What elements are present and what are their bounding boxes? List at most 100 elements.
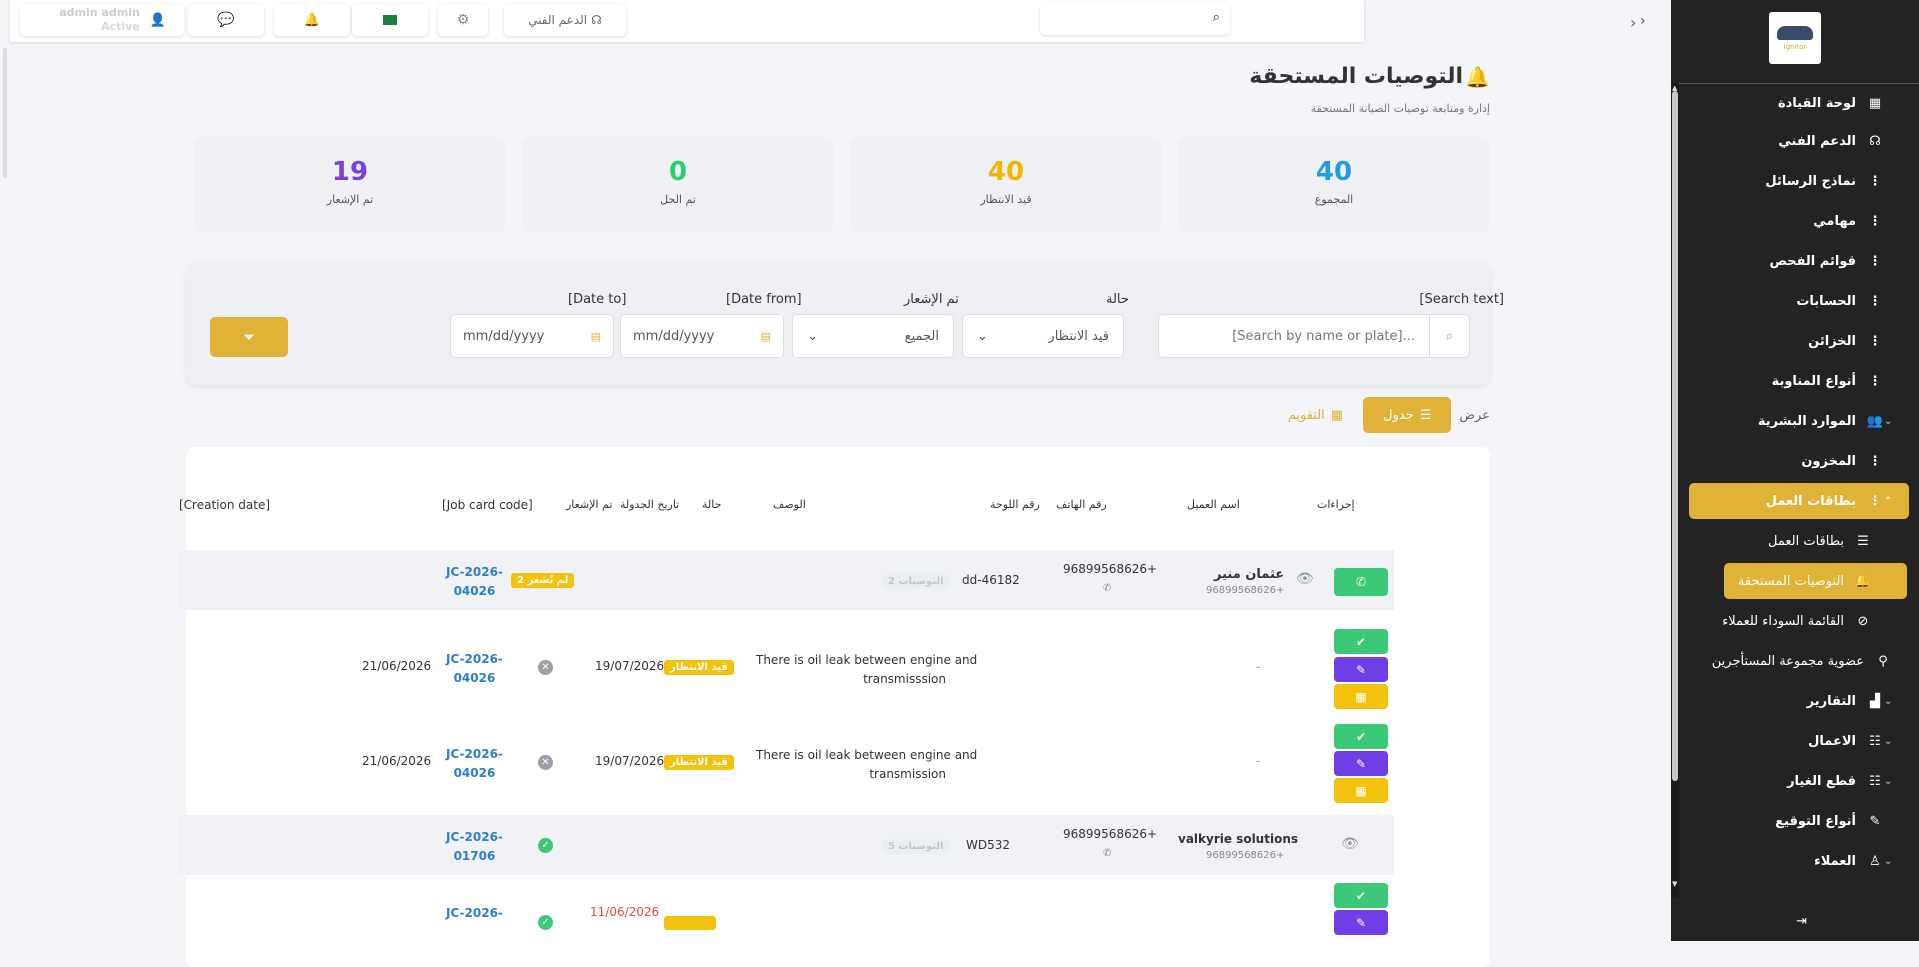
table-row[interactable]: ✔ ✎ ▦ - There is oil leak between engine… (178, 622, 1394, 718)
sidebar-item-accounts[interactable]: ⋮ الحسابات (1679, 281, 1919, 321)
resolve-button[interactable]: ✔ (1334, 724, 1388, 749)
collapse-sidebar-icon[interactable]: › (1640, 13, 1646, 29)
not-notified-icon: ✕ (538, 660, 553, 675)
schedule-date: 11/06/2026 (590, 905, 660, 919)
resolve-button[interactable]: ✔ (1334, 883, 1388, 908)
edit-button[interactable]: ✎ (1334, 751, 1388, 776)
page-subtitle: إدارة ومتابعة توصيات الصيانة المستحقة (1310, 102, 1490, 115)
filter-icon: ⏷ (242, 328, 255, 346)
scroll-down-arrow-icon[interactable]: ▼ (1672, 880, 1677, 888)
view-toggle: عرض ☰ جدول ▦ التقويم (1268, 397, 1490, 433)
notified-check-icon: ✓ (538, 915, 553, 930)
search-input[interactable]: ⌕ (1040, 3, 1230, 35)
sidebar-item-signature-types[interactable]: ✎ أنواع التوقيع (1679, 801, 1919, 841)
edit-button[interactable]: ✎ (1334, 910, 1388, 935)
whatsapp-icon[interactable]: ✆ (1103, 848, 1111, 859)
support-button[interactable]: الدعم الفني ☊ (504, 4, 626, 36)
apply-filter-button[interactable]: ⏷ (210, 317, 288, 357)
header-status: حالة (702, 498, 722, 511)
job-card-link[interactable]: JC-2026- (446, 904, 503, 923)
notified-select[interactable]: ⌄ الجميع (792, 314, 954, 358)
messages-button[interactable]: 💬 (188, 4, 264, 36)
page-title-text: التوصيات المستحقة (1249, 64, 1464, 89)
user-menu[interactable]: admin admin Active 👤 (20, 4, 184, 36)
scroll-up-arrow-icon[interactable]: ▲ (1672, 84, 1677, 92)
sidebar-scrollbar[interactable] (1671, 83, 1679, 898)
sidebar-item-checklists[interactable]: ⋮ قوائم الفحص (1679, 241, 1919, 281)
recommendations-table: إجراءات اسم العميل رقم الهاتف رقم اللوحة… (178, 447, 1490, 967)
whatsapp-icon[interactable]: ✆ (1103, 583, 1111, 594)
user-tie-icon: ♙ (1869, 853, 1881, 869)
sidebar-item-my-tasks[interactable]: ⋮ مهامي (1679, 201, 1919, 241)
sliders-icon: ☷ (1869, 733, 1881, 749)
calendar-icon: ▤ (760, 329, 771, 343)
sidebar-item-label: التقارير (1806, 693, 1856, 709)
date-from-input[interactable]: mm/dd/yyyy ▤ (620, 314, 784, 358)
status-select[interactable]: ⌄ قيد الانتظار (962, 314, 1124, 358)
customer-phone: 96899568626+ (1206, 850, 1285, 861)
sidebar-item-shift-types[interactable]: ⋮ أنواع المناوبة (1679, 361, 1919, 401)
header-actions: إجراءات (1317, 498, 1355, 511)
check-icon: ✔ (1355, 729, 1367, 744)
table-view-button[interactable]: ☰ جدول (1363, 397, 1452, 433)
sidebar-subitem-tenant-groups[interactable]: ⚲ عضوية مجموعة المستأجرين (1679, 641, 1919, 681)
sidebar-item-customers[interactable]: ♙ العملاء ⌄ (1679, 841, 1919, 881)
job-card-link[interactable]: JC-2026- 01706 (446, 828, 503, 866)
sidebar-item-support[interactable]: ☊ الدعم الفني (1679, 121, 1919, 161)
sidebar-item-label: الموارد البشرية (1757, 413, 1856, 429)
search-icon: ⌕ (1429, 315, 1469, 357)
job-card-link[interactable]: JC-2026- 04026 (446, 563, 503, 601)
language-button[interactable] (352, 4, 428, 36)
table-group-row[interactable]: ✆ 👁 عثمان منير 96899568626+ 96899568626+… (178, 550, 1394, 610)
list-icon: ☰ (1419, 407, 1432, 423)
table-group-row[interactable]: 👁 valkyrie solutions 96899568626+ 968995… (178, 815, 1394, 875)
app-logo[interactable]: ignitor (1769, 12, 1821, 64)
page-scrollbar[interactable] (3, 48, 7, 178)
stat-notified: 19 تم الإشعار (194, 137, 506, 232)
schedule-button[interactable]: ▦ (1334, 684, 1388, 709)
job-card-link[interactable]: JC-2026- 04026 (446, 745, 503, 783)
sidebar-subitem-due-recommendations[interactable]: 🔔 التوصيات المستحقة (1724, 563, 1907, 599)
sidebar-subitem-blacklist[interactable]: ⊘ القائمة السوداء للعملاء (1679, 601, 1919, 641)
job-card-link[interactable]: JC-2026- 04026 (446, 650, 503, 688)
sidebar-item-reports[interactable]: ▟ التقارير ⌄ (1679, 681, 1919, 721)
sidebar-item-hr[interactable]: 👥 الموارد البشرية ⌄ (1679, 401, 1919, 441)
sidebar-item-spare-parts[interactable]: ☷ قطع الغيار ⌄ (1679, 761, 1919, 801)
edit-button[interactable]: ✎ (1334, 657, 1388, 682)
logout-icon[interactable]: ⇥ (1796, 914, 1807, 929)
chevron-up-icon: ⌃ (1884, 495, 1893, 507)
sidebar-item-inventory[interactable]: ⋮ المخزون (1679, 441, 1919, 481)
eye-icon[interactable]: 👁 (1296, 571, 1314, 587)
notifications-button[interactable]: 🔔 (274, 4, 350, 36)
table-row[interactable]: ✔ ✎ ▦ - There is oil leak between engine… (178, 719, 1394, 813)
chevron-down-icon: ⌄ (807, 328, 818, 344)
sidebar-item-message-templates[interactable]: ⋮ نماذج الرسائل (1679, 161, 1919, 201)
schedule-button[interactable]: ▦ (1334, 778, 1388, 803)
table-row[interactable]: ✔ ✎ 11/06/2026 ✓ JC-2026- (178, 878, 1394, 967)
calendar-view-button[interactable]: ▦ التقويم (1268, 397, 1363, 433)
settings-button[interactable]: ⚙ (438, 4, 488, 36)
sidebar-item-dashboard[interactable]: ▦ لوحة القيادة (1679, 85, 1919, 121)
collapse-arrow-icon[interactable]: › (1630, 13, 1636, 32)
date-to-input[interactable]: mm/dd/yyyy ▤ (450, 314, 614, 358)
eye-icon[interactable]: 👁 (1341, 836, 1359, 852)
sidebar-item-label: الدعم الفني (1778, 133, 1856, 149)
sidebar-item-safes[interactable]: ⋮ الخزائن (1679, 321, 1919, 361)
pen-icon: ✎ (1869, 813, 1881, 829)
sidebar-item-job-cards[interactable]: ⋮ بطاقات العمل ⌃ (1689, 483, 1909, 519)
sidebar-item-works[interactable]: ☷ الاعمال ⌄ (1679, 721, 1919, 761)
page-title: 🔔 التوصيات المستحقة (1249, 64, 1490, 89)
kebab-icon: ⋮ (1868, 373, 1882, 389)
calendar-view-label: التقويم (1287, 407, 1325, 423)
status-badge (664, 916, 716, 930)
resolve-button[interactable]: ✔ (1334, 629, 1388, 654)
sidebar-subitem-job-cards[interactable]: ☰ بطاقات العمل (1679, 521, 1919, 561)
chevron-down-icon: ⌄ (1884, 855, 1893, 867)
scrollbar-thumb[interactable] (1672, 91, 1678, 781)
filter-search-input[interactable]: [Search by name or plate]... ⌕ (1158, 314, 1470, 358)
whatsapp-button[interactable]: ✆ (1334, 568, 1388, 596)
sidebar-item-label: الخزائن (1808, 333, 1856, 349)
header-creation-date: [Creation date] (179, 498, 271, 512)
chevron-down-icon: ⌄ (1884, 735, 1893, 747)
sidebar-item-label: عضوية مجموعة المستأجرين (1711, 653, 1864, 669)
